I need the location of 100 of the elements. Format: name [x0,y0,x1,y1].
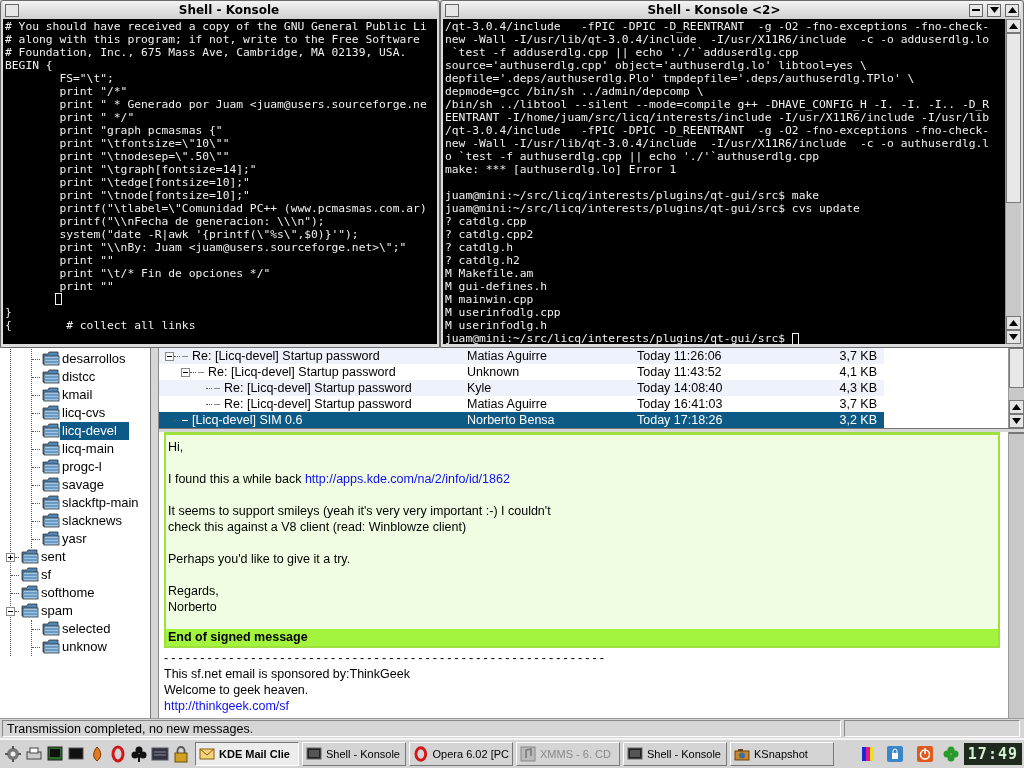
folder-item[interactable]: licq-cvs [60,404,110,422]
scroll-up-icon[interactable] [1012,404,1021,410]
terminal-line: } [5,306,12,319]
scroll-up-icon[interactable] [1009,23,1018,29]
terminal-line: /bin/sh ../libtool --silent --mode=compile g++ -DHAVE_CONFIG_H -I. -I. -I.. -D_R [445,98,990,111]
terminal-line: juam@mini:~/src/licq/interests/plugins/qt-gui/src$ [445,332,786,344]
link[interactable]: http://thinkgeek.com/sf [164,699,290,713]
terminal-line: /qt-3.0.4/include -fPIC -DPIC -D_REENTRANT -g -O2 -fno-exceptions -fno-check- [445,20,990,33]
terminal-line: M userinfodlg.h [445,319,548,332]
message-row[interactable]: Re: [Licq-devel] Startup password Kyle Today 14:08:40 4,3 KB [159,380,884,396]
terminal-line: ? catdlg.cpp [445,215,527,228]
club-icon[interactable] [130,745,148,763]
terminal-line: depmode=gcc /bin/sh ../admin/depcomp \ [445,85,704,98]
folder-item[interactable]: slackftp-main [60,494,143,512]
signature-footer: End of signed message [166,629,998,646]
screen-icon[interactable] [151,745,169,763]
folder-item[interactable]: licq-devel [60,422,129,440]
taskbar-button[interactable]: Opera 6.02 [PC [409,742,513,766]
caret-up-icon[interactable] [1007,7,1017,13]
folder-item[interactable]: yasr [60,530,91,548]
window-menu-button[interactable] [445,3,459,17]
size-cell-text: 3,7 KB [838,349,877,363]
link[interactable]: http://apps.kde.com/na/2/info/id/1862 [304,472,510,486]
folder-item[interactable]: distcc [60,368,100,386]
terminal-line: M Makefile.am [445,267,534,280]
folder-item[interactable]: spam [39,602,77,620]
taskbar-button[interactable]: Shell - Konsole [623,742,727,766]
taskbar-button[interactable]: KSnapshot [730,742,834,766]
folder-icon [42,495,60,511]
terminal-line: M gui-defines.h [445,280,548,293]
message-row[interactable]: [Licq-devel] SIM 0.6 Norberto Bensa Today 17:18:26 3,2 KB [159,412,884,428]
folder-item[interactable]: savage [60,476,108,494]
terminal-icon[interactable] [46,745,64,763]
maximize-button[interactable] [987,3,1001,17]
scroll-up-icon[interactable] [1009,320,1018,326]
terminal-line: print "" [58,254,114,267]
terminal-line: system("date -R|awk '{printf(\"%s\",$0)}'"); [58,228,359,241]
terminal-line: print "" [58,280,114,293]
printer-icon[interactable] [25,745,43,763]
folder-item[interactable]: kmail [60,386,97,404]
gear-icon[interactable] [4,745,22,763]
status-message: Transmission completed, no new messages. [2,720,842,737]
folder-icon [42,459,60,475]
folder-icon [42,441,60,457]
terminal-line: BEGIN { [5,59,53,72]
taskbar-button[interactable]: KDE Mail Clie [195,742,299,766]
folder-icon [21,549,39,565]
terminal-line: source='authuserdlg.cpp' object='authuserdlg.lo' libtool=yes \ [445,59,867,72]
lock-icon[interactable] [172,745,190,763]
terminal-line: new -Wall -I/usr/lib/qt-3.0.4/include -I/usr/X11R6/include -c -o authuserdlg.l [445,137,990,150]
text-cursor [55,293,62,305]
window-title: Shell - Konsole <2> [646,3,782,17]
taskbar-button[interactable]: Shell - Konsole [302,742,406,766]
scroll-down-icon[interactable] [1012,418,1021,424]
subject-cell: Re: [Licq-devel] Startup password [192,349,380,363]
folder-item[interactable]: desarrollos [60,350,130,368]
expand-icon[interactable] [6,552,15,562]
collapse-icon[interactable] [165,351,174,361]
folder-item[interactable]: licq-main [60,440,118,458]
terminal-line: juam@mini:~/src/licq/interests/plugins/qt-gui/src$ cvs update [445,202,860,215]
terminal-line: ? catdlg.h [445,241,513,254]
terminal-line: print "\t/* Fin de opciones */" [58,267,271,280]
scrollbar[interactable] [1005,19,1021,344]
window-menu-button[interactable] [5,3,19,17]
close-button[interactable] [1005,3,1019,17]
terminal-line: printf("\tlabel=\"Comunidad PC++ (www.pcmasmas.com.ar) [58,202,427,215]
folder-item[interactable]: slacknews [60,512,126,530]
folder-item[interactable]: sf [39,566,56,584]
collapse-icon[interactable] [181,367,190,377]
scrollbar[interactable] [1008,348,1024,428]
folder-icon [42,639,60,655]
terminal-line: print "/*" [58,85,128,98]
terminal-line: `test -f adduserdlg.cpp || echo './'`adduserdlg.cpp [450,46,799,59]
scroll-down-icon[interactable] [1009,334,1018,340]
message-row[interactable]: Re: [Licq-devel] Startup password Matias Aguirre Today 11:26:06 3,7 KB [159,348,884,364]
footer-text: Welcome to geek heaven. [164,682,310,698]
collapse-icon[interactable] [6,606,15,616]
terminal-icon [306,746,322,762]
subject-cell: Re: [Licq-devel] Startup password [224,397,412,411]
folder-item[interactable]: softhome [39,584,99,602]
folder-item[interactable]: selected [60,620,115,638]
message-paragraph: Regards, Norberto [168,583,220,615]
folder-item[interactable]: unknow [60,638,111,656]
folder-item[interactable]: sent [39,548,70,566]
size-cell-text: 4,1 KB [838,365,877,379]
clock: 17:49 [963,743,1022,765]
terminal-line: printf("\\nFecha de generacion: \\\n"); [58,215,325,228]
monitor-icon[interactable] [67,745,85,763]
music-icon [520,746,536,762]
date-cell-text: Today 17:18:26 [637,413,724,427]
minimize-button[interactable] [969,3,983,17]
subject-cell: Re: [Licq-devel] Startup password [208,365,396,379]
caret-down-icon[interactable] [989,7,999,13]
ring-icon[interactable] [109,745,127,763]
folder-icon [42,405,60,421]
terminal-line: print "\\nBy: Juam <juam@users.sourceforge.net>\";" [58,241,407,254]
sender-cell-text: Norberto Bensa [467,413,556,427]
scrollbar[interactable] [1008,432,1024,718]
folder-item[interactable]: progc-l [60,458,106,476]
camera-icon [734,746,750,762]
